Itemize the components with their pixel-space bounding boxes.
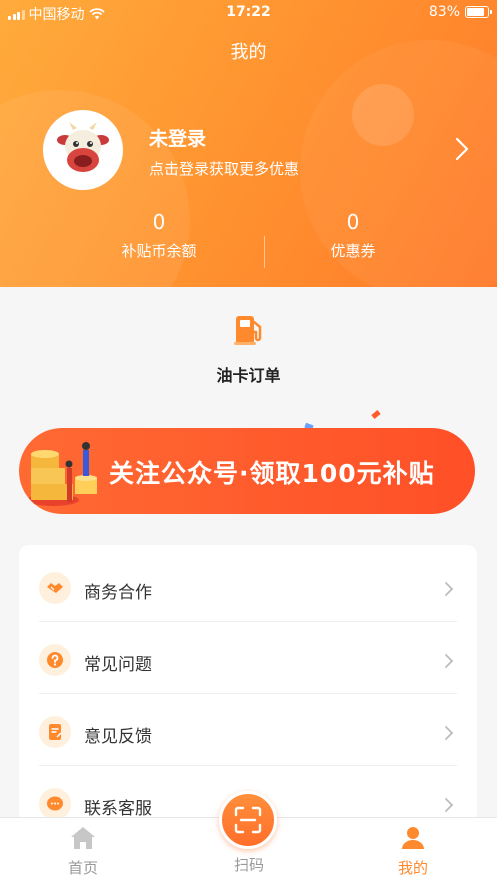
chevron-right-icon bbox=[445, 726, 454, 740]
feedback-icon bbox=[39, 716, 71, 748]
subsidy-balance-label: 补贴币余额 bbox=[121, 242, 197, 260]
tab-scan-label[interactable]: 扫码 bbox=[199, 854, 299, 875]
menu-item-feedback[interactable]: 意见反馈 bbox=[19, 694, 477, 766]
fuel-pump-icon bbox=[233, 316, 261, 345]
subsidy-balance-stat[interactable]: 0 补贴币余额 bbox=[79, 210, 239, 261]
home-icon bbox=[71, 827, 95, 849]
coupon-value: 0 bbox=[346, 210, 360, 234]
question-icon bbox=[39, 644, 71, 676]
handshake-icon bbox=[39, 572, 71, 604]
stat-divider bbox=[264, 236, 265, 268]
coupon-stat[interactable]: 0 优惠券 bbox=[273, 210, 433, 261]
chevron-right-icon bbox=[445, 654, 454, 668]
status-bar: 中国移动 17:22 83% bbox=[0, 0, 497, 26]
tab-home[interactable]: 首页 bbox=[33, 826, 133, 878]
login-title[interactable]: 未登录 bbox=[149, 124, 206, 151]
battery-icon bbox=[465, 6, 492, 18]
scan-button[interactable] bbox=[219, 791, 277, 849]
cow-mascot-icon bbox=[57, 122, 109, 172]
menu-item-faq[interactable]: 常见问题 bbox=[19, 622, 477, 694]
follow-account-banner[interactable]: 关注公众号·领取100元补贴 bbox=[19, 428, 475, 514]
chevron-right-icon[interactable] bbox=[455, 137, 469, 161]
avatar[interactable] bbox=[43, 110, 123, 190]
scan-icon bbox=[234, 806, 262, 834]
menu-label-feedback: 意见反馈 bbox=[84, 727, 152, 747]
fuel-card-orders-button[interactable]: 油卡订单 bbox=[200, 312, 297, 386]
login-subtitle[interactable]: 点击登录获取更多优惠 bbox=[149, 158, 299, 179]
menu-label-business: 商务合作 bbox=[84, 583, 152, 603]
subsidy-balance-value: 0 bbox=[152, 210, 166, 234]
tab-home-label: 首页 bbox=[67, 859, 98, 877]
page-title: 我的 bbox=[230, 42, 267, 63]
user-icon bbox=[402, 827, 424, 849]
coins-illustration bbox=[27, 442, 97, 506]
menu-label-customer-service: 联系客服 bbox=[84, 799, 152, 819]
fuel-card-orders-label: 油卡订单 bbox=[216, 366, 281, 385]
menu-item-business[interactable]: 商务合作 bbox=[19, 550, 477, 622]
profile-header: 中国移动 17:22 83% 我的 未登录 点击登录获取更多优惠 0 补贴币余额… bbox=[0, 0, 497, 287]
chevron-right-icon bbox=[445, 798, 454, 812]
tab-mine[interactable]: 我的 bbox=[363, 826, 463, 878]
status-time: 17:22 bbox=[226, 4, 271, 20]
chevron-right-icon bbox=[445, 582, 454, 596]
menu-label-faq: 常见问题 bbox=[84, 655, 152, 675]
battery-percent: 83% bbox=[428, 4, 460, 20]
banner-text: 关注公众号·领取100元补贴 bbox=[109, 459, 435, 488]
tab-mine-label: 我的 bbox=[397, 859, 428, 877]
chat-icon bbox=[39, 788, 71, 820]
coupon-label: 优惠券 bbox=[330, 242, 376, 260]
